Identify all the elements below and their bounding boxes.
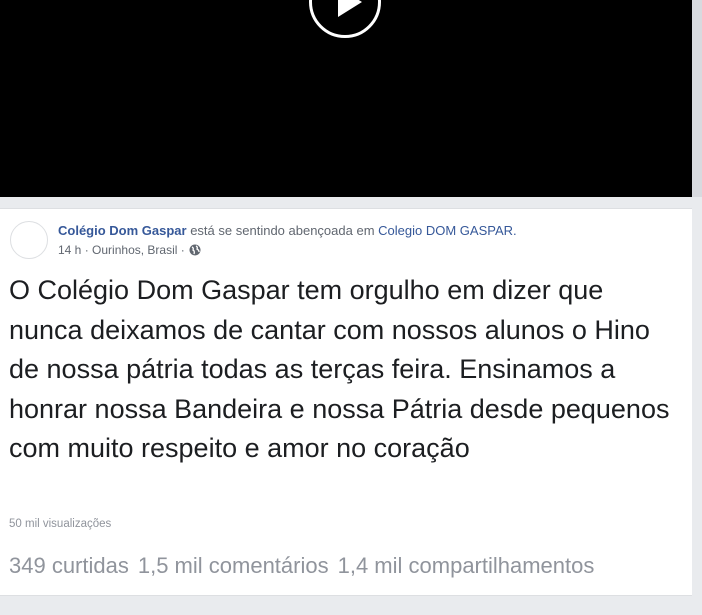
post-card: Colégio Dom Gaspar está se sentindo aben… [0, 208, 692, 596]
feeling-text: se sentindo abençoada em [218, 223, 375, 238]
globe-icon [189, 244, 201, 256]
post-place[interactable]: Ourinhos, Brasil [92, 243, 177, 257]
likes-count[interactable]: 349 curtidas [9, 553, 129, 579]
post-time[interactable]: 14 h [58, 243, 81, 257]
author-link[interactable]: Colégio Dom Gaspar [58, 223, 187, 238]
comments-count[interactable]: 1,5 mil comentários [138, 553, 329, 579]
engagement-stats: 349 curtidas 1,5 mil comentários 1,4 mil… [9, 553, 603, 579]
play-button[interactable] [309, 0, 381, 38]
video-player[interactable] [0, 0, 692, 197]
page-avatar[interactable] [10, 221, 48, 259]
post-text: O Colégio Dom Gaspar tem orgulho em dize… [9, 275, 670, 464]
play-icon [338, 0, 362, 17]
meta-separator-2: · [180, 243, 185, 257]
feeling-prefix: está [190, 223, 215, 238]
view-count: 50 mil visualizações [9, 518, 112, 530]
right-edge [692, 0, 702, 197]
shares-count[interactable]: 1,4 mil compartilhamentos [338, 553, 595, 579]
post-meta: 14 h · Ourinhos, Brasil · [58, 243, 201, 257]
location-link[interactable]: Colegio DOM GASPAR. [378, 223, 516, 238]
post-header: Colégio Dom Gaspar está se sentindo aben… [58, 223, 517, 238]
meta-separator: · [84, 243, 89, 257]
